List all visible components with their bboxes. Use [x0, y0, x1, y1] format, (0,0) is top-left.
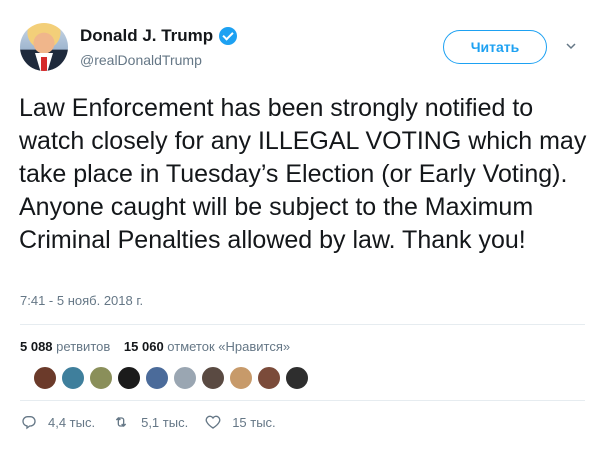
- tweet-actions: 4,4 тыс. 5,1 тыс. 15 тыс.: [20, 414, 292, 430]
- liker-avatar[interactable]: [89, 366, 113, 390]
- tweet-text: Law Enforcement has been strongly notifi…: [19, 94, 587, 254]
- liker-avatar[interactable]: [229, 366, 253, 390]
- follow-button[interactable]: Читать: [443, 30, 547, 64]
- liker-avatar[interactable]: [61, 366, 85, 390]
- author-handle[interactable]: @realDonaldTrump: [80, 52, 202, 68]
- liker-avatar[interactable]: [33, 366, 57, 390]
- author-name[interactable]: Donald J. Trump: [80, 26, 213, 46]
- liker-avatar[interactable]: [145, 366, 169, 390]
- liker-avatar[interactable]: [257, 366, 281, 390]
- reply-icon: [22, 416, 36, 430]
- reply-button[interactable]: 4,4 тыс.: [20, 414, 95, 430]
- author-name-row[interactable]: Donald J. Trump: [80, 26, 238, 46]
- liker-avatar[interactable]: [173, 366, 197, 390]
- chevron-down-icon[interactable]: [566, 41, 576, 51]
- retweet-count: 5,1 тыс.: [141, 414, 189, 430]
- avatar[interactable]: [20, 23, 68, 71]
- likers-avatars[interactable]: [33, 366, 313, 390]
- reply-count: 4,4 тыс.: [48, 414, 96, 430]
- retweets-stat[interactable]: 5 088 ретвитов: [20, 339, 110, 354]
- like-button[interactable]: 15 тыс.: [204, 414, 276, 430]
- retweet-icon: [115, 417, 127, 427]
- avatar-tie: [41, 57, 47, 71]
- divider-bottom: [20, 400, 585, 401]
- liker-avatar[interactable]: [117, 366, 141, 390]
- tweet-stats: 5 088 ретвитов 15 060 отметок «Нравится»: [20, 339, 290, 354]
- liker-avatar[interactable]: [201, 366, 225, 390]
- verified-badge-icon: [219, 27, 238, 45]
- retweet-button[interactable]: 5,1 тыс.: [111, 414, 188, 430]
- heart-icon: [205, 415, 221, 429]
- divider-top: [20, 324, 585, 325]
- liker-avatar[interactable]: [285, 366, 309, 390]
- like-count: 15 тыс.: [232, 414, 276, 430]
- likes-stat[interactable]: 15 060 отметок «Нравится»: [124, 339, 290, 354]
- tweet-timestamp[interactable]: 7:41 - 5 нояб. 2018 г.: [20, 293, 143, 308]
